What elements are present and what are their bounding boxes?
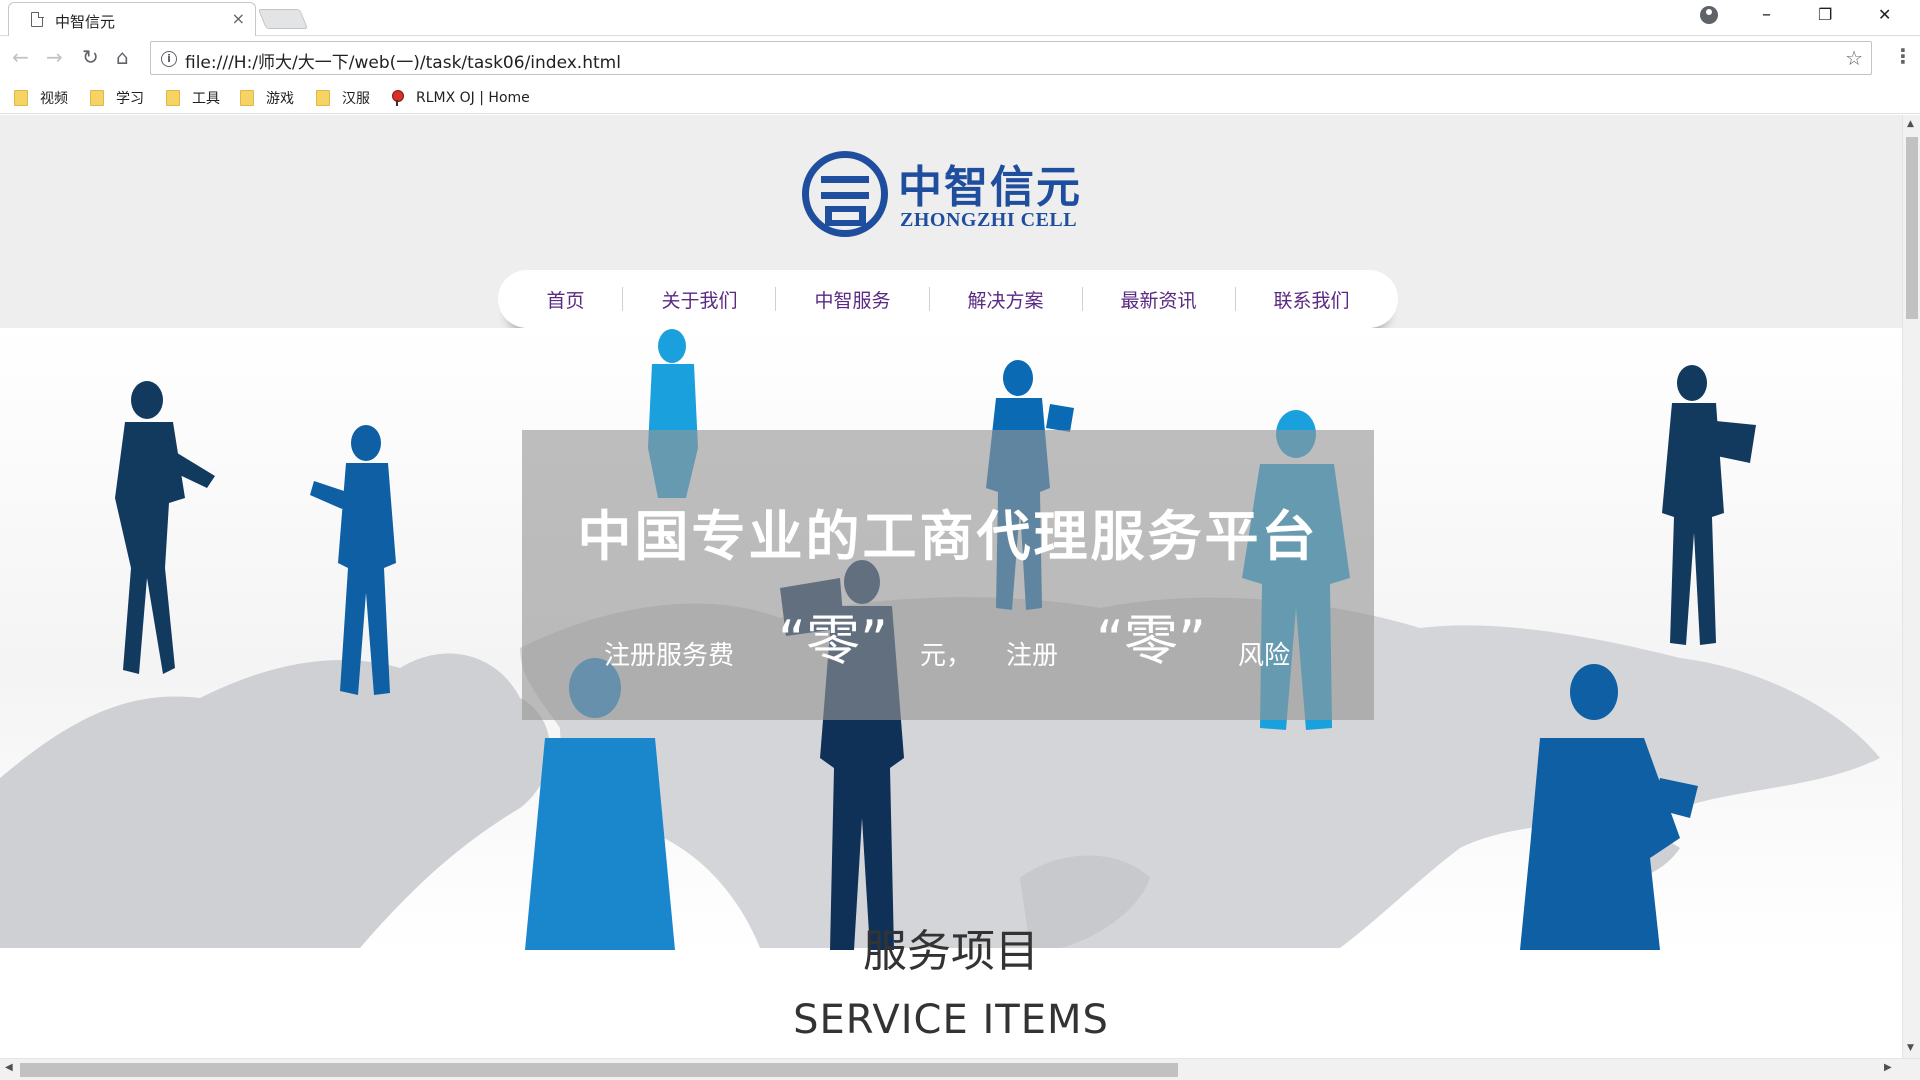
- minimize-button[interactable]: –: [1762, 4, 1771, 25]
- nav-item-news[interactable]: 最新资讯: [1083, 286, 1235, 313]
- bookmarks-bar: 视频 学习 工具 游戏 汉服 RLMX OJ | Home: [0, 80, 1920, 114]
- folder-icon: [316, 90, 330, 106]
- folder-icon: [240, 90, 254, 106]
- page-viewport: 中智信元 ZHONGZHI CELL 首页 关于我们 中智服务 解决方案 最新资…: [0, 115, 1902, 1058]
- hero-subtitle-part: 风险: [1238, 641, 1291, 671]
- hero-text-panel: 中国专业的工商代理服务平台 注册服务费 “零” 元， 注册 “零” 风险: [522, 430, 1374, 720]
- menu-icon[interactable]: ⋮: [1893, 44, 1913, 68]
- site-favicon-icon: [390, 90, 404, 106]
- scrollbar-thumb[interactable]: [20, 1063, 1178, 1077]
- folder-icon: [90, 90, 104, 106]
- vertical-scrollbar[interactable]: ▲ ▼: [1902, 115, 1920, 1058]
- nav-item-contact[interactable]: 联系我们: [1236, 286, 1388, 313]
- nav-item-home[interactable]: 首页: [508, 286, 622, 313]
- bookmark-star-icon[interactable]: ☆: [1845, 46, 1863, 70]
- logo-chinese-name: 中智信元: [898, 162, 1082, 213]
- person-silhouette: [1520, 664, 1698, 950]
- person-silhouette: [115, 381, 215, 674]
- site-logo[interactable]: 中智信元 ZHONGZHI CELL: [802, 151, 1098, 241]
- bookmark-item[interactable]: RLMX OJ | Home: [390, 88, 530, 108]
- scroll-down-icon[interactable]: ▼: [1907, 1043, 1914, 1053]
- tab-close-button[interactable]: ×: [232, 9, 245, 28]
- back-arrow-icon[interactable]: ←: [12, 45, 29, 69]
- new-tab-button[interactable]: [257, 9, 309, 29]
- forward-arrow-icon[interactable]: →: [46, 45, 63, 69]
- bookmark-item[interactable]: 视频: [14, 88, 68, 108]
- browser-toolbar: ← → ↻ ⌂ i file:///H:/师大/大一下/web(一)/task/…: [0, 36, 1920, 80]
- profile-icon[interactable]: [1700, 6, 1718, 24]
- main-nav: 首页 关于我们 中智服务 解决方案 最新资讯 联系我们: [498, 270, 1398, 328]
- document-icon: [31, 11, 44, 27]
- logo-mark-icon: [802, 151, 888, 237]
- scroll-up-icon[interactable]: ▲: [1907, 119, 1914, 129]
- nav-item-solutions[interactable]: 解决方案: [930, 286, 1082, 313]
- nav-item-services[interactable]: 中智服务: [776, 286, 928, 313]
- restore-button[interactable]: ❐: [1818, 5, 1832, 24]
- close-window-button[interactable]: ✕: [1878, 5, 1891, 24]
- hero-subtitle-part: 注册: [1006, 641, 1059, 671]
- nav-item-about[interactable]: 关于我们: [623, 286, 775, 313]
- bookmark-item[interactable]: 汉服: [316, 88, 370, 108]
- tab-strip: 中智信元 × – ❐ ✕: [0, 0, 1920, 36]
- site-header: 中智信元 ZHONGZHI CELL 首页 关于我们 中智服务 解决方案 最新资…: [0, 115, 1902, 328]
- hero-subtitle-part: 元，: [920, 641, 973, 671]
- folder-icon: [166, 90, 180, 106]
- bookmark-item[interactable]: 游戏: [240, 88, 294, 108]
- bookmark-item[interactable]: 学习: [90, 88, 144, 108]
- info-icon[interactable]: i: [161, 51, 177, 67]
- hero-subtitle-part: 注册服务费: [604, 641, 735, 671]
- hero-subtitle-zero: “零”: [778, 609, 888, 672]
- browser-tab[interactable]: 中智信元 ×: [8, 2, 256, 36]
- person-silhouette: [1662, 365, 1756, 645]
- reload-icon[interactable]: ↻: [82, 45, 99, 69]
- person-silhouette: [310, 425, 396, 695]
- folder-icon: [14, 90, 28, 106]
- section-title-cn: 服务项目: [863, 926, 1039, 977]
- hero-banner: 中国专业的工商代理服务平台 注册服务费 “零” 元， 注册 “零” 风险: [0, 328, 1902, 950]
- tab-title: 中智信元: [55, 13, 116, 31]
- hero-title: 中国专业的工商代理服务平台: [577, 505, 1319, 568]
- bookmark-item[interactable]: 工具: [166, 88, 220, 108]
- address-bar[interactable]: i file:///H:/师大/大一下/web(一)/task/task06/i…: [150, 41, 1872, 75]
- url-text[interactable]: file:///H:/师大/大一下/web(一)/task/task06/ind…: [185, 48, 621, 73]
- scroll-left-icon[interactable]: ◀: [5, 1062, 13, 1073]
- hero-subtitle-zero: “零”: [1096, 609, 1206, 672]
- horizontal-scrollbar[interactable]: ◀ ▶: [0, 1058, 1920, 1080]
- scrollbar-thumb[interactable]: [1906, 137, 1918, 319]
- scroll-right-icon[interactable]: ▶: [1884, 1062, 1892, 1073]
- section-title-en: SERVICE ITEMS: [793, 997, 1109, 1043]
- logo-english-name: ZHONGZHI CELL: [900, 209, 1078, 231]
- home-icon[interactable]: ⌂: [116, 45, 129, 69]
